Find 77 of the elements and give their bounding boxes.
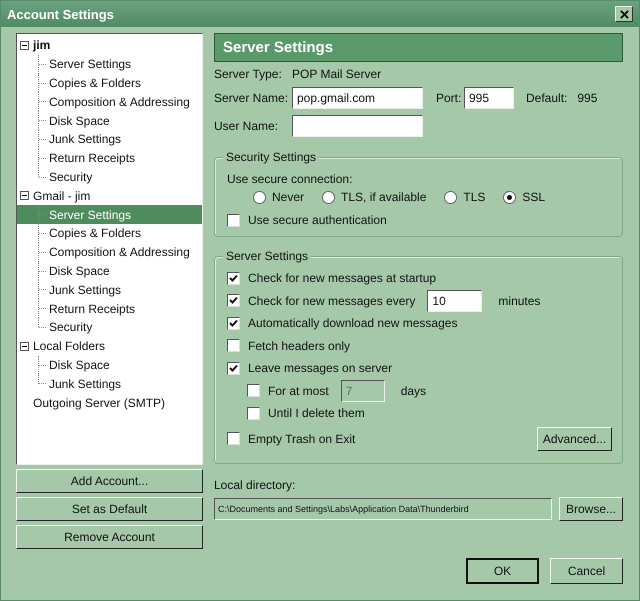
tree-item[interactable]: Copies & Folders [49,76,142,90]
browse-button[interactable]: Browse... [559,497,623,521]
tree-item[interactable]: Security [49,320,92,334]
checkbox[interactable] [227,214,240,227]
panel-header: Server Settings [214,33,623,62]
tree-item[interactable]: Junk Settings [49,282,122,297]
radio-label[interactable]: TLS [463,190,486,204]
checkbox[interactable] [247,406,260,420]
default-value: 995 [577,91,598,105]
tree-item[interactable]: Junk Settings [49,376,122,391]
tree-item[interactable]: Server Settings [49,57,132,72]
tree-item[interactable]: Local Folders [33,339,106,354]
number-field[interactable]: 10 [427,290,482,312]
checkbox[interactable] [227,339,240,352]
server-type-value: POP Mail Server [292,67,382,81]
dialog-button[interactable]: OK [466,558,539,584]
tree-item[interactable]: Return Receipts [49,151,136,166]
field-label: Port: [436,91,462,105]
tree-item[interactable]: Disk Space [49,264,110,278]
checkbox[interactable] [227,362,240,375]
checkbox[interactable] [227,316,240,330]
radio-label[interactable]: Never [272,190,304,204]
tree-item[interactable]: Junk Settings [49,132,122,146]
tree-item[interactable]: Gmail - jim [33,188,90,203]
checkbox-label[interactable]: Check for new messages at startup [248,271,436,286]
tree-item[interactable]: Return Receipts [49,302,136,316]
radio-button[interactable] [503,190,516,204]
checkbox[interactable] [247,384,260,398]
tree-item[interactable]: jim [33,38,50,52]
tree-item[interactable]: Composition & Addressing [49,245,190,260]
dialog-button[interactable]: Cancel [550,558,623,584]
unit-label: days [400,384,426,398]
prompt-label: Use secure connection: [227,172,354,186]
radio-button[interactable] [253,190,266,204]
radio-button[interactable] [322,190,336,204]
tree-item[interactable]: Security [49,170,92,184]
group-title: Server Settings [223,249,312,263]
directory-field[interactable]: C:\Documents and Settings\Labs\Application Data\Thunderbird [214,498,552,520]
checkbox-label[interactable]: Use secure authentication [248,213,387,228]
tree-item[interactable]: Copies & Folders [49,226,142,240]
checkbox-label[interactable]: Until I delete them [268,406,365,420]
checkbox-label[interactable]: Fetch headers only [248,338,350,353]
close-icon [620,10,628,18]
checkbox-label[interactable]: Automatically download new messages [248,316,458,330]
collapse-icon[interactable] [20,40,29,50]
field-label: Server Type: [214,67,283,81]
advanced-button[interactable]: Advanced... [537,426,612,450]
field-label: User Name: [214,119,280,133]
close-button[interactable] [615,6,633,22]
checkbox-label[interactable]: Leave messages on server [248,361,392,376]
unit-label: minutes [498,294,540,308]
field-label: Server Name: [214,91,290,105]
checkbox-label[interactable]: For at most [268,384,329,398]
radio-button[interactable] [444,190,458,204]
field-label: Local directory: [214,478,296,492]
collapse-icon[interactable] [20,191,29,200]
account-button[interactable]: Set as Default [16,497,203,521]
tree-item[interactable]: Disk Space [49,114,110,128]
tree-item[interactable]: Outgoing Server (SMTP) [33,396,166,410]
checkbox[interactable] [227,272,240,285]
radio-label[interactable]: TLS, if available [341,190,426,204]
tree-item[interactable]: Disk Space [49,358,110,372]
account-button[interactable]: Add Account... [16,469,203,493]
collapse-icon[interactable] [20,342,29,351]
checkbox-label[interactable]: Check for new messages every [248,294,416,308]
group-title: Security Settings [223,150,320,164]
window-title: Account Settings [7,6,114,22]
checkbox[interactable] [227,432,240,445]
radio-label[interactable]: SSL [522,190,546,204]
port-field[interactable]: 995 [464,87,514,109]
checkbox-label[interactable]: Empty Trash on Exit [248,432,356,446]
tree-item[interactable]: Composition & Addressing [49,94,190,109]
user-name-field[interactable] [292,115,423,137]
server-name-field[interactable]: pop.gmail.com [292,87,423,109]
checkbox[interactable] [227,294,240,308]
account-button[interactable]: Remove Account [16,525,203,549]
default-label: Default: [526,91,568,105]
